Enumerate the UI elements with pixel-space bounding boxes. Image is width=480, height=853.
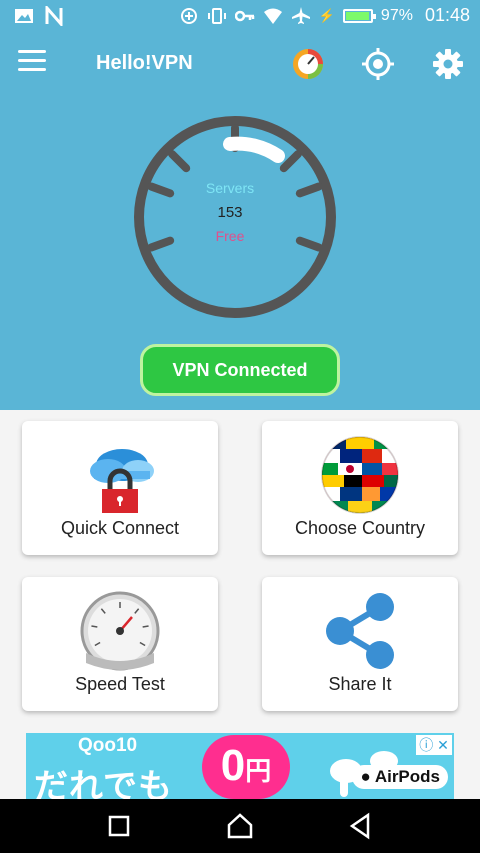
speed-test-card[interactable]: Speed Test <box>22 577 218 711</box>
system-nav-bar <box>0 799 480 853</box>
connection-panel: Servers 153 Free VPN Connected <box>0 96 480 410</box>
crosshair-icon[interactable] <box>360 46 396 82</box>
speed-badge-icon[interactable] <box>290 46 326 82</box>
recent-apps-button[interactable] <box>104 811 134 841</box>
close-icon: ✕ <box>437 737 449 753</box>
charging-icon: ⚡ <box>318 7 335 23</box>
data-saver-icon <box>180 7 197 24</box>
ad-brand: Qoo10 <box>78 735 138 756</box>
ad-banner[interactable]: Qoo10 だれでも 0円 ● AirPods ⓘ ✕ <box>26 733 454 799</box>
wifi-icon <box>263 8 282 24</box>
choose-country-label: Choose Country <box>294 518 426 538</box>
key-icon <box>234 10 254 21</box>
quick-connect-label: Quick Connect <box>60 518 180 538</box>
n-icon <box>45 6 63 26</box>
app-toolbar: Hello!VPN <box>0 32 480 96</box>
speed-test-label: Speed Test <box>75 674 165 694</box>
battery-percent: 97% <box>380 6 413 24</box>
info-icon: ⓘ <box>419 737 434 753</box>
ad-product: ● AirPods <box>352 765 448 789</box>
status-bar: ⚡ 97% 01:48 <box>0 0 480 32</box>
ad-close-button[interactable]: ⓘ ✕ <box>416 735 452 755</box>
share-it-card[interactable]: Share It <box>262 577 458 711</box>
vpn-status-button[interactable]: VPN Connected <box>140 344 340 396</box>
ad-price-badge: 0円 <box>202 735 290 799</box>
share-icon <box>326 593 394 669</box>
server-count: 153 <box>217 204 243 221</box>
share-it-label: Share It <box>328 674 392 694</box>
menu-icon <box>18 50 46 53</box>
app-title: Hello!VPN <box>96 52 193 74</box>
home-button[interactable] <box>225 811 255 841</box>
apple-icon: ● <box>360 767 371 786</box>
cloud-lock-icon <box>90 449 154 513</box>
speedometer-icon <box>80 591 160 671</box>
flag-globe-icon <box>321 436 399 514</box>
plan-label: Free <box>215 228 245 244</box>
menu-button[interactable] <box>18 50 46 74</box>
ad-headline: だれでも <box>34 768 173 799</box>
vibrate-icon <box>207 7 226 24</box>
clock: 01:48 <box>424 5 470 25</box>
battery-icon <box>342 8 376 23</box>
servers-label: Servers <box>205 180 255 196</box>
gear-icon[interactable] <box>430 46 466 82</box>
image-icon <box>15 9 33 23</box>
choose-country-card[interactable]: Choose Country <box>262 421 458 555</box>
quick-connect-card[interactable]: Quick Connect <box>22 421 218 555</box>
airplane-icon <box>291 6 310 24</box>
back-button[interactable] <box>346 811 376 841</box>
